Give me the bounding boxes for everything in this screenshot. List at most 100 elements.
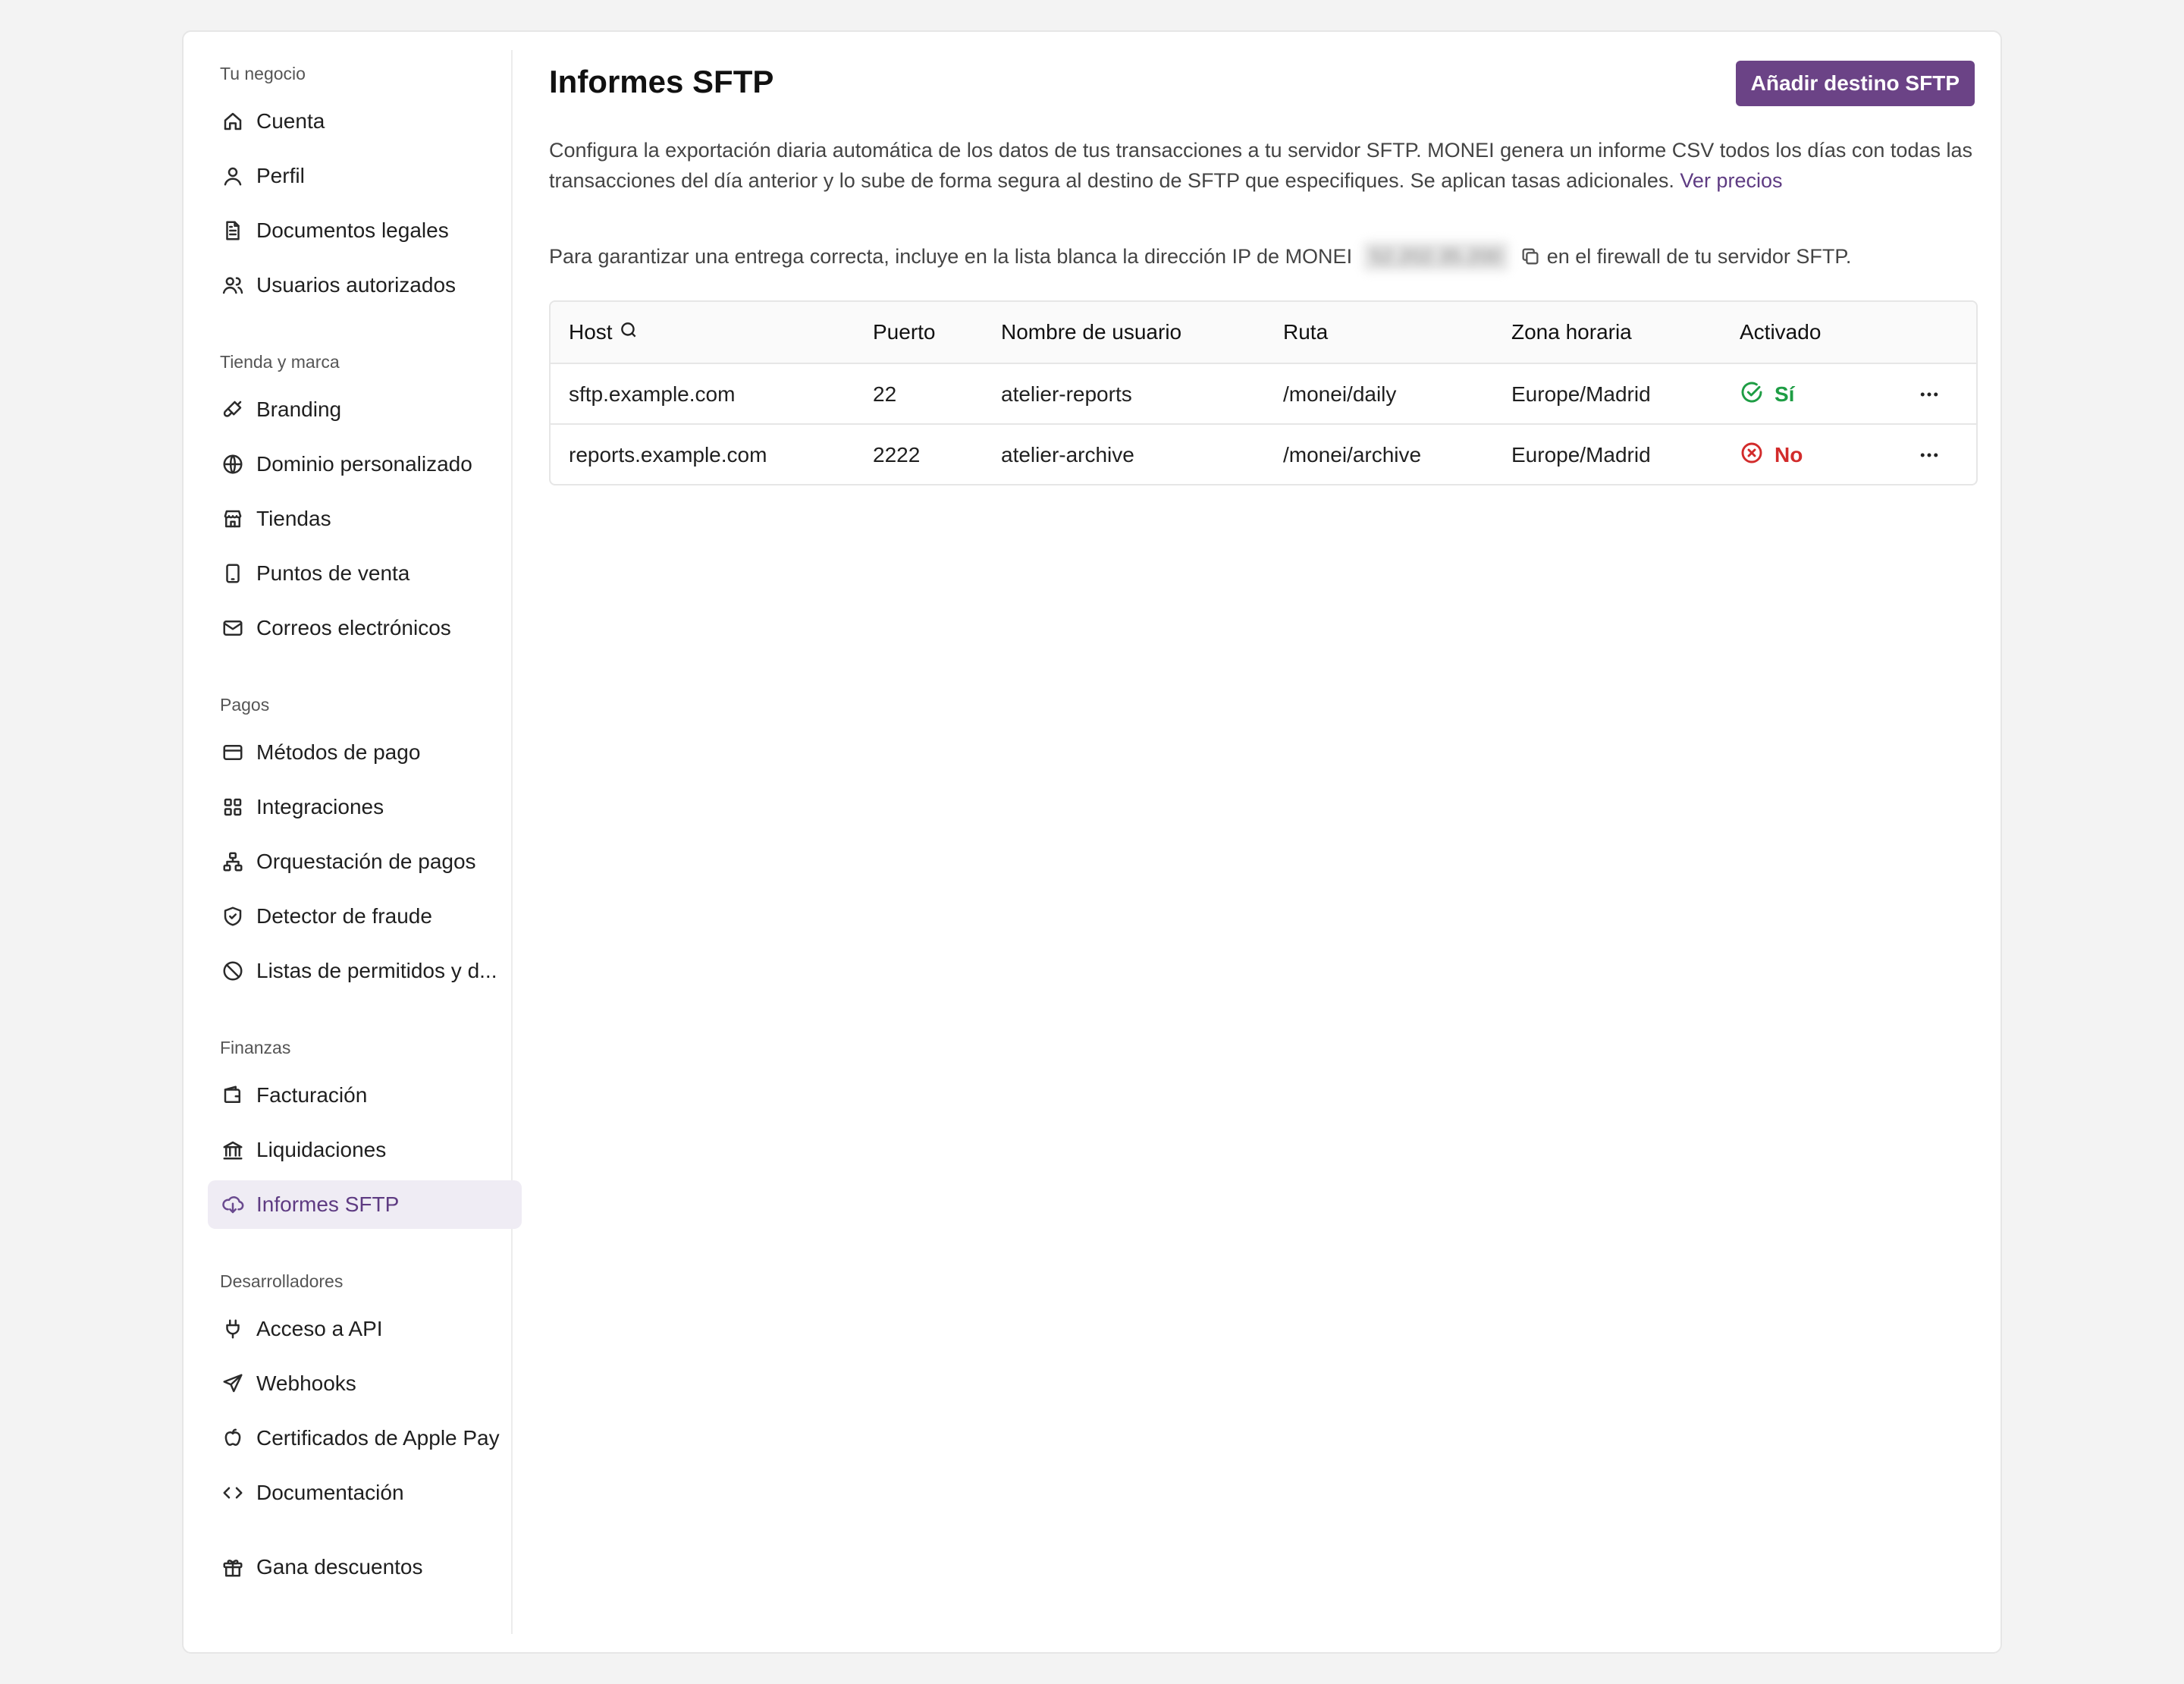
sidebar-item-label: Detector de fraude xyxy=(256,904,432,928)
page-description: Configura la exportación diaria automáti… xyxy=(549,135,1975,196)
table-row[interactable]: reports.example.com 2222 atelier-archive… xyxy=(551,423,1976,484)
search-icon[interactable] xyxy=(613,320,639,345)
sidebar-item-label: Documentos legales xyxy=(256,218,449,242)
column-header-path: Ruta xyxy=(1283,320,1329,344)
sidebar-item-user[interactable]: Perfil xyxy=(208,152,522,200)
column-header-username: Nombre de usuario xyxy=(1001,320,1182,344)
sidebar-item-grid[interactable]: Integraciones xyxy=(208,783,522,831)
sidebar-item-apple[interactable]: Certificados de Apple Pay xyxy=(208,1414,522,1463)
cell-enabled: No xyxy=(1740,425,1803,484)
send-icon xyxy=(220,1371,246,1397)
sidebar-item-label: Usuarios autorizados xyxy=(256,273,457,297)
sidebar-item-label: Correos electrónicos xyxy=(256,616,451,639)
cloud-download-icon xyxy=(220,1192,246,1217)
sidebar-item-cloud-download[interactable]: Informes SFTP xyxy=(208,1180,522,1229)
sidebar-item-credit-card[interactable]: Métodos de pago xyxy=(208,728,522,777)
cell-host: reports.example.com xyxy=(569,443,767,467)
settings-card: Tu negocio Cuenta Perfil Documentos legales… xyxy=(182,30,2002,1654)
sidebar-item-bank[interactable]: Liquidaciones xyxy=(208,1126,522,1174)
plug-icon xyxy=(220,1316,246,1342)
cell-enabled: Sí xyxy=(1740,364,1794,425)
sidebar-item-label: Documentación xyxy=(256,1481,404,1504)
copy-icon[interactable] xyxy=(1520,245,1542,268)
bank-icon xyxy=(220,1137,246,1163)
network-icon xyxy=(220,849,246,875)
cell-path: /monei/archive xyxy=(1283,443,1422,467)
sidebar-item-label: Webhooks xyxy=(256,1371,356,1395)
sidebar-item-send[interactable]: Webhooks xyxy=(208,1359,522,1408)
column-header-enabled: Activado xyxy=(1740,320,1822,344)
sidebar-section-title: Tu negocio xyxy=(220,64,306,83)
sftp-destinations-table: Host Puerto Nombre de usuario Ruta Zona … xyxy=(549,300,1978,485)
sidebar-item-mail[interactable]: Correos electrónicos xyxy=(208,604,522,652)
cell-timezone: Europe/Madrid xyxy=(1511,443,1651,467)
sidebar-item-label: Dominio personalizado xyxy=(256,452,472,476)
ip-notice-before: Para garantizar una entrega correcta, in… xyxy=(549,245,1353,268)
add-sftp-destination-button[interactable]: Añadir destino SFTP xyxy=(1735,61,1975,106)
globe-icon xyxy=(220,451,246,477)
sidebar-item-ban[interactable]: Listas de permitidos y d... xyxy=(208,947,522,995)
sidebar-item-label: Cuenta xyxy=(256,109,325,133)
more-options-icon[interactable] xyxy=(1914,440,1944,470)
sidebar-item-label: Facturación xyxy=(256,1083,368,1107)
sidebar-item-label: Perfil xyxy=(256,164,305,187)
sidebar-item-code[interactable]: Documentación xyxy=(208,1469,522,1517)
credit-card-icon xyxy=(220,740,246,765)
sidebar-section-title: Finanzas xyxy=(220,1038,291,1057)
sidebar-section-title: Tienda y marca xyxy=(220,352,340,372)
wallet-icon xyxy=(220,1082,246,1108)
check-circle-icon xyxy=(1740,380,1774,410)
column-header-host[interactable]: Host xyxy=(569,302,639,363)
sidebar-item-label: Branding xyxy=(256,397,342,421)
sidebar-item-plug[interactable]: Acceso a API xyxy=(208,1305,522,1353)
pricing-link[interactable]: Ver precios xyxy=(1680,169,1782,192)
sidebar-item-label: Listas de permitidos y d... xyxy=(256,959,497,982)
sidebar-item-label: Informes SFTP xyxy=(256,1192,400,1216)
brush-icon xyxy=(220,397,246,423)
sidebar-item-users[interactable]: Usuarios autorizados xyxy=(208,261,522,309)
sidebar-item-label: Tiendas xyxy=(256,507,331,530)
status-badge: Sí xyxy=(1774,382,1795,406)
sidebar-item-gift[interactable]: Gana descuentos xyxy=(208,1543,522,1591)
sidebar-item-wallet[interactable]: Facturación xyxy=(208,1071,522,1120)
grid-icon xyxy=(220,794,246,820)
sidebar-item-store[interactable]: Tiendas xyxy=(208,495,522,543)
table-row[interactable]: sftp.example.com 22 atelier-reports /mon… xyxy=(551,363,1976,423)
users-icon xyxy=(220,272,246,298)
code-icon xyxy=(220,1480,246,1506)
sidebar-section-title: Pagos xyxy=(220,695,270,715)
status-badge: No xyxy=(1774,443,1803,467)
ban-icon xyxy=(220,958,246,984)
sidebar-item-shield[interactable]: Detector de fraude xyxy=(208,892,522,941)
cell-username: atelier-reports xyxy=(1001,382,1132,406)
ip-address-value: 52.202.35.200 xyxy=(1363,241,1509,272)
more-options-icon[interactable] xyxy=(1914,379,1944,410)
cell-username: atelier-archive xyxy=(1001,443,1134,467)
sidebar-item-label: Liquidaciones xyxy=(256,1138,387,1161)
sidebar-item-brush[interactable]: Branding xyxy=(208,385,522,434)
sidebar-item-label: Acceso a API xyxy=(256,1317,383,1340)
document-icon xyxy=(220,218,246,243)
column-header-port: Puerto xyxy=(873,320,936,344)
sidebar-item-globe[interactable]: Dominio personalizado xyxy=(208,440,522,489)
sidebar-item-label: Puntos de venta xyxy=(256,561,410,585)
shield-icon xyxy=(220,903,246,929)
sidebar-item-document[interactable]: Documentos legales xyxy=(208,206,522,255)
store-icon xyxy=(220,506,246,532)
sidebar-item-network[interactable]: Orquestación de pagos xyxy=(208,837,522,886)
sidebar-item-label: Métodos de pago xyxy=(256,740,421,764)
settings-sidebar: Tu negocio Cuenta Perfil Documentos legales… xyxy=(196,50,522,1634)
mail-icon xyxy=(220,615,246,641)
cell-port: 22 xyxy=(873,382,897,406)
page-title: Informes SFTP xyxy=(549,64,774,99)
main-content: Informes SFTP Añadir destino SFTP Config… xyxy=(549,32,2000,1652)
apple-icon xyxy=(220,1425,246,1451)
sidebar-item-label: Orquestación de pagos xyxy=(256,850,476,873)
x-circle-icon xyxy=(1740,441,1774,470)
sidebar-item-home[interactable]: Cuenta xyxy=(208,97,522,146)
ip-whitelist-notice: Para garantizar una entrega correcta, in… xyxy=(549,241,1990,272)
column-header-timezone: Zona horaria xyxy=(1511,320,1632,344)
sidebar-item-tablet[interactable]: Puntos de venta xyxy=(208,549,522,598)
sidebar-item-label: Certificados de Apple Pay xyxy=(256,1426,500,1450)
ip-notice-after: en el firewall de tu servidor SFTP. xyxy=(1546,245,1852,268)
